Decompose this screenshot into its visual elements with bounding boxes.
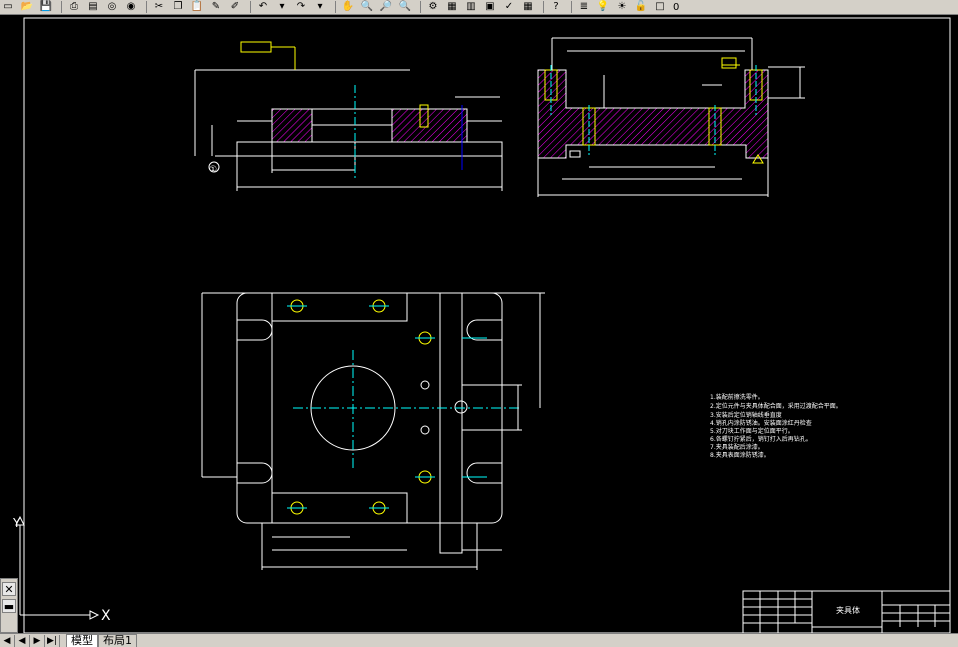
first-tab-button[interactable]: ◀ xyxy=(0,634,15,647)
tool-palettes-icon[interactable]: ▥ xyxy=(463,1,479,13)
tech-req-line: 7.夹具装配后涂漆。 xyxy=(710,443,764,451)
drawing-frame xyxy=(23,17,951,633)
calc-icon[interactable]: ▦ xyxy=(520,1,536,13)
toolbar-separator xyxy=(420,1,421,13)
layer-color-icon[interactable]: □ xyxy=(652,1,668,13)
tech-req-line: 1.装配前擦洗零件。 xyxy=(710,393,764,401)
help-icon[interactable]: ? xyxy=(548,1,564,13)
front-view xyxy=(194,41,503,191)
redo-dropdown-icon[interactable]: ▾ xyxy=(312,1,328,13)
ucs-x-label: X xyxy=(101,608,111,624)
ucs-y-label: Y xyxy=(12,516,21,530)
save-icon[interactable]: 💾 xyxy=(38,1,54,13)
drawing-canvas[interactable]: ① 1.装配前擦洗零件。 2.定位元件与夹具体配合面，采用过渡配合平面。 3.安… xyxy=(0,15,958,633)
block-editor-icon[interactable]: ✐ xyxy=(227,1,243,13)
tab-model[interactable]: 模型 xyxy=(66,634,98,647)
tech-req-line: 2.定位元件与夹具体配合面，采用过渡配合平面。 xyxy=(710,402,842,410)
pan-icon[interactable]: ✋ xyxy=(340,1,356,13)
next-tab-button[interactable]: ▶ xyxy=(30,634,45,647)
title-block-name: 夹具体 xyxy=(836,605,860,615)
current-layer-value[interactable]: 0 xyxy=(673,2,679,13)
toolbar-separator xyxy=(335,1,336,13)
layer-freeze-icon[interactable]: ☀ xyxy=(614,1,630,13)
tech-req-line: 4.销孔内涂防锈油。安装面涂红丹检查 xyxy=(710,419,812,427)
last-tab-button[interactable]: ▶| xyxy=(45,634,60,647)
print-icon[interactable]: ⎙ xyxy=(66,1,82,13)
undo-icon[interactable]: ↶ xyxy=(255,1,271,13)
zoom-previous-icon[interactable]: 🔍 xyxy=(397,1,413,13)
zoom-realtime-icon[interactable]: 🔍 xyxy=(359,1,375,13)
layer-on-icon[interactable]: 💡 xyxy=(595,1,611,13)
paste-icon[interactable]: 📋 xyxy=(189,1,205,13)
layout-tab-bar: ◀ ◀ ▶ ▶| 模型 布局1 xyxy=(0,633,958,647)
close-icon[interactable]: ✕ xyxy=(2,582,16,596)
undo-dropdown-icon[interactable]: ▾ xyxy=(274,1,290,13)
publish-icon[interactable]: ◎ xyxy=(104,1,120,13)
toolbar-separator xyxy=(571,1,572,13)
match-properties-icon[interactable]: ✎ xyxy=(208,1,224,13)
tech-req-line: 6.各螺钉拧紧后，销钉打入后再钻孔。 xyxy=(710,435,812,443)
palette-icon[interactable]: ▬ xyxy=(2,599,16,613)
toolbar-separator xyxy=(61,1,62,13)
sheet-set-icon[interactable]: ▣ xyxy=(482,1,498,13)
new-file-icon[interactable]: ▭ xyxy=(0,1,16,13)
design-center-icon[interactable]: ▦ xyxy=(444,1,460,13)
plot-icon[interactable]: ◉ xyxy=(123,1,139,13)
tech-req-line: 5.对刀块工作面与定位面平行。 xyxy=(710,427,794,435)
side-view xyxy=(537,37,805,197)
technical-requirements: 1.装配前擦洗零件。 2.定位元件与夹具体配合面，采用过渡配合平面。 3.安装后… xyxy=(710,393,842,459)
toolbar-separator xyxy=(543,1,544,13)
ucs-icon xyxy=(15,515,100,620)
layer-lock-icon[interactable]: 🔓 xyxy=(633,1,649,13)
copy-icon[interactable]: ❐ xyxy=(170,1,186,13)
redo-icon[interactable]: ↷ xyxy=(293,1,309,13)
properties-palette-strip[interactable]: ✕ ▬ xyxy=(0,578,18,633)
print-preview-icon[interactable]: ▤ xyxy=(85,1,101,13)
prev-tab-button[interactable]: ◀ xyxy=(15,634,30,647)
standard-toolbar: ▭ 📂 💾 ⎙ ▤ ◎ ◉ ✂ ❐ 📋 ✎ ✐ ↶ ▾ ↷ ▾ ✋ 🔍 🔎 🔍 … xyxy=(0,0,958,15)
open-file-icon[interactable]: 📂 xyxy=(19,1,35,13)
markup-icon[interactable]: ✓ xyxy=(501,1,517,13)
cut-icon[interactable]: ✂ xyxy=(151,1,167,13)
properties-icon[interactable]: ⚙ xyxy=(425,1,441,13)
tech-req-line: 3.安装后定位销轴线垂直度 xyxy=(710,411,782,419)
toolbar-separator xyxy=(146,1,147,13)
plan-view xyxy=(201,292,545,570)
front-view-marker: ① xyxy=(209,165,217,175)
zoom-window-icon[interactable]: 🔎 xyxy=(378,1,394,13)
tab-layout1[interactable]: 布局1 xyxy=(98,634,137,647)
tech-req-line: 8.夹具表面涂防锈漆。 xyxy=(710,451,770,459)
toolbar-separator xyxy=(250,1,251,13)
layer-manager-icon[interactable]: ≣ xyxy=(576,1,592,13)
